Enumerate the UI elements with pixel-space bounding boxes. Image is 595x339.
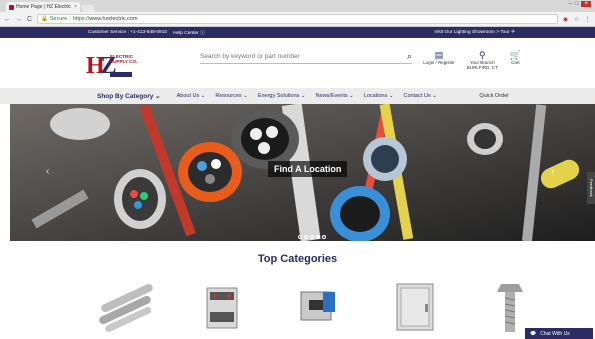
search-bar: ⌕ <box>200 50 412 64</box>
category-fasteners[interactable] <box>479 278 541 334</box>
carousel-dot[interactable] <box>322 235 326 239</box>
shop-by-category-menu[interactable]: Shop By Category ⌄ <box>97 92 161 100</box>
nav-resources[interactable]: Resources ⌄ <box>215 93 247 99</box>
browser-tab-strip: Home Page | HZ Electric × – □ × <box>0 0 595 12</box>
address-bar-row: ← → C 🔒 Secure | https://www.hzelectric.… <box>0 12 595 27</box>
carousel-next-icon[interactable]: › <box>551 166 554 177</box>
quick-order-link[interactable]: Quick Order <box>479 93 509 99</box>
showroom-link[interactable]: Visit Our Lighting Showroom > Tour ✈ <box>434 30 515 35</box>
login-register-button[interactable]: ▤ Login / Register <box>423 50 455 70</box>
carousel-dot[interactable] <box>304 235 308 239</box>
url-field[interactable]: 🔒 Secure | https://www.hzelectric.com <box>37 14 558 24</box>
user-card-icon: ▤ <box>434 50 444 60</box>
partner-badge <box>110 72 132 77</box>
carousel-prev-icon[interactable]: ‹ <box>46 166 49 177</box>
minimize-icon[interactable]: – <box>569 1 572 7</box>
nav-contact-us[interactable]: Contact Us ⌄ <box>403 93 436 99</box>
nav-about-us[interactable]: About Us ⌄ <box>177 93 206 99</box>
category-contactor[interactable] <box>191 278 253 334</box>
bookmark-star-icon[interactable]: ☆ <box>573 16 580 23</box>
reload-icon[interactable]: C <box>26 16 33 23</box>
rocket-icon: ✈ <box>510 30 515 35</box>
chat-bubble-icon: 💬 <box>530 330 537 337</box>
chat-with-us-button[interactable]: 💬 Chat With Us <box>525 328 593 339</box>
help-center-link[interactable]: Help Center ⓘ <box>173 29 205 36</box>
top-categories-heading: Top Categories <box>257 253 338 265</box>
nav-locations[interactable]: Locations ⌄ <box>364 93 394 99</box>
hero-carousel: Find A Location ‹ › <box>10 104 595 241</box>
main-nav: Shop By Category ⌄ About Us ⌄ Resources … <box>0 88 595 104</box>
window-controls: – □ × <box>569 1 591 7</box>
new-tab-button[interactable] <box>80 5 96 12</box>
carousel-dot[interactable] <box>310 235 314 239</box>
menu-icon[interactable]: ⋮ <box>584 16 591 23</box>
category-enclosure[interactable] <box>383 278 445 334</box>
hz-logo[interactable]: HZ ELECTRIC SUPPLY CO. <box>86 48 138 84</box>
header-actions: ▤ Login / Register ⚲ Your Branch BURLFIR… <box>423 50 521 70</box>
carousel-dot[interactable] <box>298 235 302 239</box>
extension-icon[interactable]: ◉ <box>562 16 569 23</box>
browser-tab[interactable]: Home Page | HZ Electric × <box>6 2 80 12</box>
top-info-bar: Customer Service : +1-413-848-0910 Help … <box>0 27 595 38</box>
maximize-icon[interactable]: □ <box>575 1 579 7</box>
carousel-dot-active[interactable] <box>316 235 320 239</box>
url-host: www.hzelectric.com <box>89 16 138 22</box>
nav-energy-solutions[interactable]: Energy Solutions ⌄ <box>258 93 306 99</box>
back-icon[interactable]: ← <box>4 16 11 23</box>
cart-button[interactable]: 🛒 Cart <box>510 50 521 70</box>
search-icon[interactable]: ⌕ <box>407 51 412 62</box>
url-scheme: https:// <box>72 16 90 22</box>
cart-icon: 🛒 <box>509 50 521 60</box>
feedback-tab[interactable]: Feedback <box>587 172 595 204</box>
find-location-caption[interactable]: Find A Location <box>268 161 348 177</box>
carousel-dots <box>298 235 326 239</box>
info-icon: ⓘ <box>200 31 205 36</box>
lock-icon: 🔒 <box>41 16 48 22</box>
secure-label: Secure <box>49 16 68 22</box>
nav-news-events[interactable]: News/Events ⌄ <box>316 93 354 99</box>
your-branch-button[interactable]: ⚲ Your Branch BURLFIRD, CT <box>467 50 498 70</box>
close-window-icon[interactable]: × <box>581 1 591 7</box>
favicon-icon <box>9 4 14 10</box>
category-row <box>95 278 541 334</box>
customer-service-text: Customer Service : +1-413-848-0910 <box>88 30 168 35</box>
tab-close-icon[interactable]: × <box>74 4 77 10</box>
tab-title: Home Page | HZ Electric <box>16 4 71 10</box>
location-pin-icon: ⚲ <box>478 50 486 60</box>
category-conduit[interactable] <box>95 278 157 334</box>
category-data-jack[interactable] <box>287 278 349 334</box>
search-input[interactable] <box>200 53 407 60</box>
forward-icon[interactable]: → <box>15 16 22 23</box>
